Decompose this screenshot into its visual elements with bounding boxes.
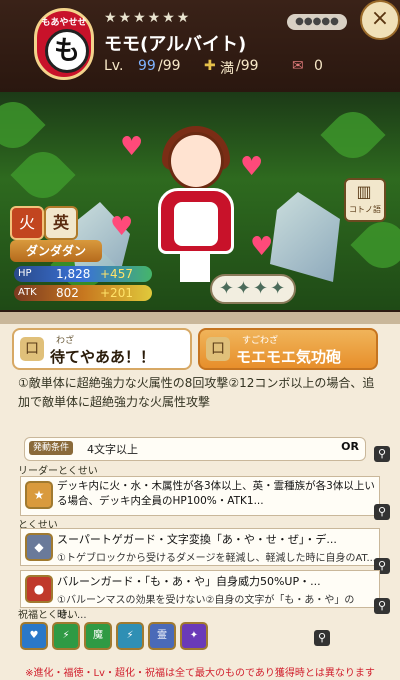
status-pill: ●●●●● — [287, 14, 347, 30]
awakening-icon: ✚ — [204, 58, 216, 74]
race-icon: 英 — [44, 206, 78, 240]
trait-desc: ①トゲブロックから受けるダメージを軽減し、軽減した時に自身のAT... — [57, 553, 376, 564]
spirit-icon[interactable]: 霊 — [148, 622, 176, 650]
atk-label: ATK — [18, 287, 37, 298]
heart-icon[interactable]: ♥ — [20, 622, 48, 650]
leaf-decoration — [0, 92, 46, 158]
heart-decoration: ♥ — [120, 132, 144, 162]
condition-tag: 発動条件 — [29, 441, 73, 455]
tab-sugowaza[interactable]: 口 すごわざ モエモエ気功砲 — [198, 328, 378, 370]
hp-value: 1,828 — [56, 267, 91, 281]
heart-decoration: ♥ — [250, 232, 274, 262]
sparkle-icon[interactable]: ✦ — [180, 622, 208, 650]
footnote: ※進化・福徳・Lv・超化・祝福は全て最大のものであり獲得時とは異なります — [25, 668, 375, 679]
trait-desc: ①バルーンマスの効果を受けない②自身の文字が「も・あ・や」の時、... — [57, 595, 355, 621]
awakening-label: 満 — [220, 61, 234, 77]
atk-bar: ATK 802 +201 — [14, 285, 152, 301]
blessing-icons: ♥ ⚡ 魔 ⚡ 霊 ✦ — [20, 622, 320, 650]
magic-icon[interactable]: 魔 — [84, 622, 112, 650]
leaf-decoration — [320, 102, 386, 168]
tab-waza[interactable]: 口 わざ 待てやああ！！ — [12, 328, 192, 370]
character-face — [168, 132, 224, 190]
level-label: Lv. — [104, 58, 124, 74]
search-icon[interactable]: ⚲ — [314, 630, 330, 646]
tab-sugowaza-label: モエモエ気功砲 — [236, 348, 342, 366]
tab-waza-label: 待てやああ！！ — [50, 348, 156, 366]
trait-item[interactable]: ◆ スーパートゲガード・文字変換「あ・や・せ・ぜ」・デ... ①トゲブロックから… — [20, 528, 380, 566]
fire-element-icon: 火 — [10, 206, 44, 240]
tab-waza-small: わざ — [56, 336, 75, 346]
waza-icon: 口 — [20, 337, 44, 361]
sugowaza-icon: 口 — [206, 337, 230, 361]
lightning-icon[interactable]: ⚡ — [52, 622, 80, 650]
trait-title: バルーンガード・「も・あ・や」自身威力50%UP・... — [57, 575, 321, 588]
kotonogo-label: コトノ語 — [349, 205, 381, 214]
badge-character: も — [45, 29, 89, 73]
hp-bar: HP 1,828 +457 — [14, 266, 152, 282]
search-icon[interactable]: ⚲ — [374, 504, 390, 520]
crystal-decoration — [270, 192, 340, 282]
heart-decoration: ♥ — [110, 212, 134, 242]
awakening-max: /99 — [236, 58, 259, 74]
leaf-decoration — [350, 212, 400, 278]
condition-or: OR — [341, 440, 359, 453]
book-icon: ▥ — [356, 182, 372, 201]
panel-header — [0, 312, 400, 324]
leader-text: デッキ内に火・水・木属性が各3体以上、英・霊種族が各3体以上いる場合、デッキ内全… — [57, 480, 375, 507]
rarity-stars: ★★★★★★ — [104, 10, 192, 26]
atk-plus: +201 — [100, 286, 133, 300]
blessing-label: 祝福とくせい — [18, 610, 78, 621]
character-header: もあやせせ も ★★★★★★ モモ(アルバイト) ●●●●● × Lv. 99 … — [0, 0, 400, 92]
condition-text: 4文字以上 — [87, 443, 138, 456]
character-portrait — [150, 126, 242, 282]
series-label: ダンダダン — [10, 240, 102, 262]
special-stars: ✦✦✦✦ — [210, 274, 296, 304]
lightning-icon[interactable]: ⚡ — [116, 622, 144, 650]
search-icon[interactable]: ⚲ — [374, 446, 390, 462]
level-current: 99 — [138, 58, 156, 74]
hp-plus: +457 — [100, 267, 133, 281]
tab-sugowaza-small: すごわざ — [242, 336, 279, 346]
atk-value: 802 — [56, 286, 79, 300]
leader-label: リーダーとくせい — [18, 466, 98, 477]
ticket-count: 0 — [314, 58, 323, 74]
trait-item[interactable]: ● バルーンガード・「も・あ・や」自身威力50%UP・... ①バルーンマスの効… — [20, 570, 380, 621]
level-row: Lv. 99 /99 ✚ 満 /99 ✉ 0 — [104, 58, 384, 78]
trait-title: スーパートゲガード・文字変換「あ・や・せ・ぜ」・デ... — [57, 533, 337, 546]
ticket-icon: ✉ — [292, 58, 304, 74]
leader-icon: ★ — [25, 481, 53, 509]
shield-icon: ◆ — [25, 533, 53, 561]
search-icon[interactable]: ⚲ — [374, 598, 390, 614]
level-max: /99 — [158, 58, 181, 74]
kotonogo-button[interactable]: ▥ コトノ語 — [344, 178, 386, 222]
character-apron — [174, 202, 218, 246]
character-badge: もあやせせ も — [34, 8, 94, 80]
leaf-decoration — [10, 142, 76, 208]
character-legs — [180, 252, 210, 282]
leader-ability[interactable]: ★ デッキ内に火・水・木属性が各3体以上、英・霊種族が各3体以上いる場合、デッキ… — [20, 476, 380, 516]
character-detail-screen: { "header": { "badge_top": "もあやせせ", "bad… — [0, 0, 400, 680]
character-name: モモ(アルバイト) — [104, 34, 247, 55]
skill-description: ①敵単体に超絶強力な火属性の8回攻撃②12コンボ以上の場合、追加で敵単体に超絶強… — [18, 376, 375, 409]
hp-label: HP — [18, 268, 32, 279]
badge-letters: もあやせせ — [41, 18, 87, 28]
close-button[interactable]: × — [360, 0, 400, 40]
activation-condition: 発動条件 4文字以上 OR — [24, 437, 366, 461]
heart-decoration: ♥ — [240, 152, 264, 182]
balloon-icon: ● — [25, 575, 53, 603]
